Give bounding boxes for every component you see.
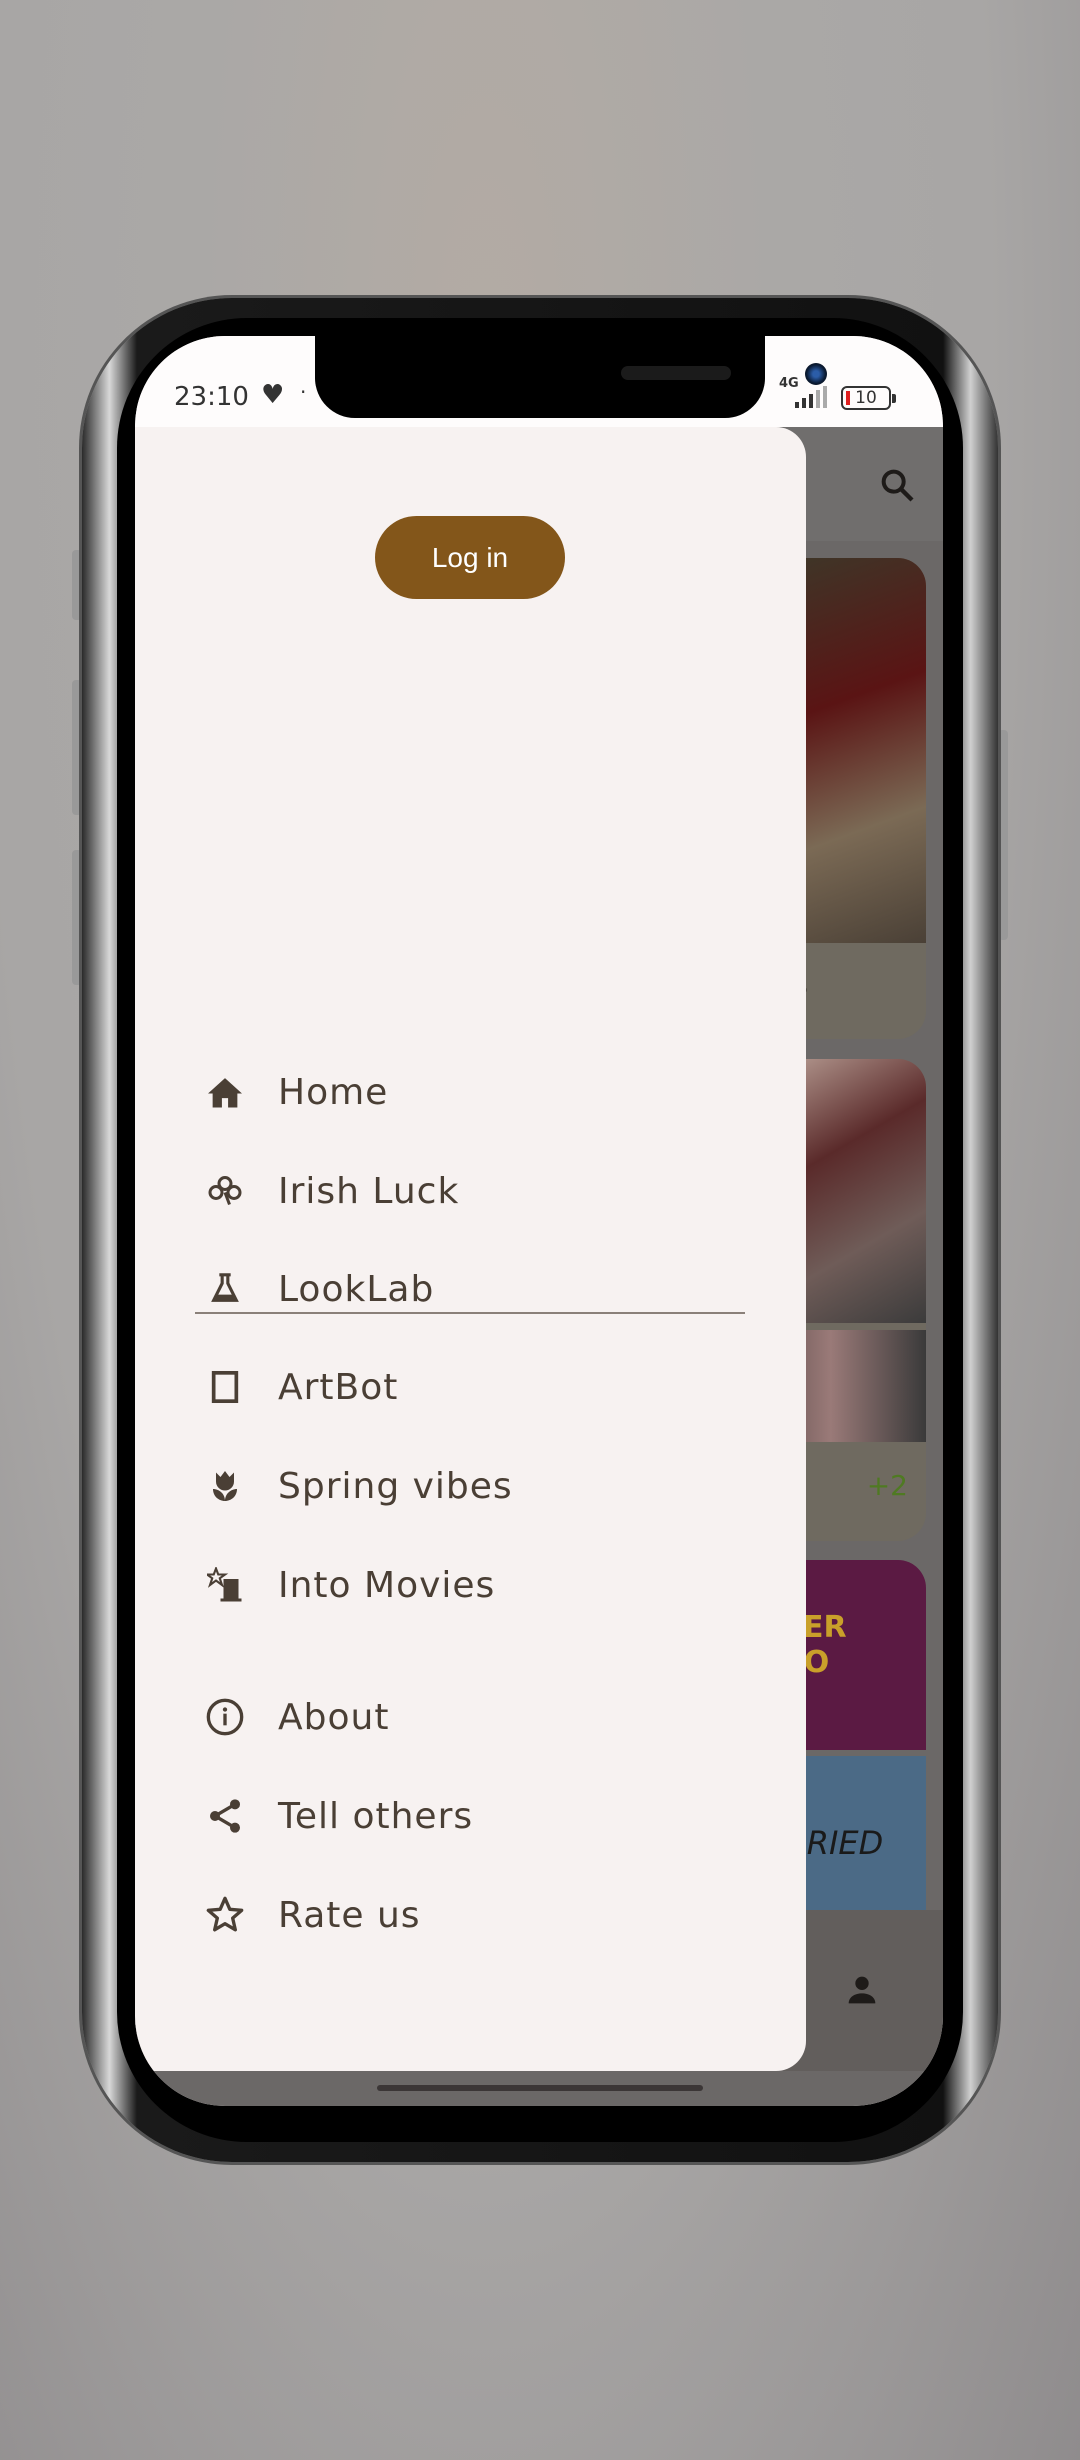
volume-down-button (72, 850, 82, 985)
screen: traits +2 SUPER HERO Just MARRIED 23:10 … (135, 336, 943, 2106)
signal-icon-2 (795, 386, 827, 408)
speaker (621, 366, 731, 380)
drawer-item-looklab[interactable]: LookLab (175, 1249, 765, 1329)
frame-icon (200, 1367, 250, 1407)
flask-icon (200, 1269, 250, 1309)
drawer-item-artbot[interactable]: ArtBot (175, 1347, 765, 1427)
profile-icon[interactable] (842, 1970, 882, 2010)
heart-icon: ♥ (261, 380, 285, 410)
power-button (998, 730, 1008, 940)
more-count-badge: +2 (866, 1469, 908, 1502)
drawer-item-spring-vibes[interactable]: Spring vibes (175, 1446, 765, 1526)
drawer-item-label: Irish Luck (278, 1170, 460, 1212)
navigation-drawer: Log in Home Irish Luck LookLab ArtBot Sp… (135, 427, 806, 2071)
drawer-item-label: Rate us (278, 1894, 421, 1936)
home-icon (200, 1072, 250, 1112)
status-time: 23:10 (174, 382, 249, 412)
drawer-item-label: Spring vibes (278, 1465, 513, 1507)
share-icon (200, 1796, 250, 1836)
tulip-icon (200, 1466, 250, 1506)
search-icon[interactable] (877, 465, 917, 505)
drawer-item-label: Home (278, 1071, 389, 1113)
drawer-item-into-movies[interactable]: Into Movies (175, 1545, 765, 1625)
drawer-divider (195, 1312, 745, 1314)
drawer-item-label: LookLab (278, 1268, 435, 1310)
drawer-item-tell-others[interactable]: Tell others (175, 1776, 765, 1856)
battery-indicator: 10 (841, 386, 896, 410)
dot-icon: · (300, 380, 307, 404)
drawer-item-label: About (278, 1696, 390, 1738)
mute-switch (72, 550, 82, 620)
clover-icon (200, 1171, 250, 1211)
camera (805, 363, 827, 385)
drawer-item-label: Into Movies (278, 1564, 496, 1606)
home-indicator[interactable] (377, 2085, 703, 2091)
drawer-item-rate-us[interactable]: Rate us (175, 1875, 765, 1955)
star-icon (200, 1895, 250, 1935)
drawer-item-home[interactable]: Home (175, 1052, 765, 1132)
notch (315, 336, 827, 418)
drawer-item-about[interactable]: About (175, 1677, 765, 1757)
drawer-item-irish-luck[interactable]: Irish Luck (175, 1151, 765, 1231)
login-button[interactable]: Log in (375, 516, 565, 599)
info-icon (200, 1697, 250, 1737)
volume-up-button (72, 680, 82, 815)
drawer-item-label: ArtBot (278, 1366, 399, 1408)
movie-star-icon (200, 1565, 250, 1605)
drawer-item-label: Tell others (278, 1795, 474, 1837)
